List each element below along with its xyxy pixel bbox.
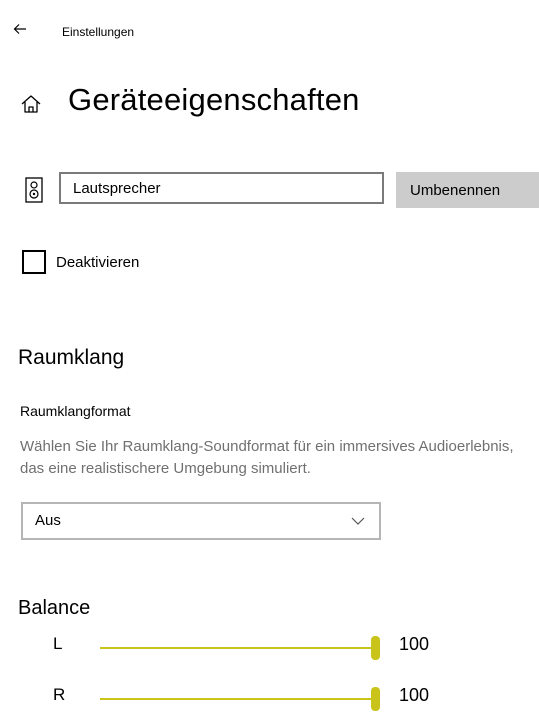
rename-button[interactable]: Umbenennen xyxy=(396,172,539,208)
home-icon xyxy=(21,95,41,113)
spatial-format-dropdown[interactable]: Aus xyxy=(21,502,381,540)
balance-heading: Balance xyxy=(18,597,91,619)
disable-checkbox-label[interactable]: Deaktivieren xyxy=(56,254,139,271)
window-title: Einstellungen xyxy=(62,25,135,39)
balance-right-label: R xyxy=(53,685,66,704)
balance-right-thumb[interactable] xyxy=(371,687,380,711)
spatial-sound-heading: Raumklang xyxy=(18,346,125,369)
spatial-format-label: Raumklangformat xyxy=(20,403,131,419)
device-name-input[interactable]: Lautsprecher xyxy=(59,172,384,204)
chevron-down-icon xyxy=(351,517,365,525)
balance-left-track[interactable] xyxy=(100,647,375,649)
balance-left-label: L xyxy=(53,634,63,653)
spatial-format-selected: Aus xyxy=(35,512,61,529)
disable-checkbox[interactable] xyxy=(22,250,46,274)
balance-right-value: 100 xyxy=(399,685,430,705)
balance-left-thumb[interactable] xyxy=(371,636,380,660)
balance-left-value: 100 xyxy=(399,634,430,654)
spatial-format-description: Wählen Sie Ihr Raumklang-Soundformat für… xyxy=(20,438,514,477)
balance-right-track[interactable] xyxy=(100,698,375,700)
page-title: Geräteeigenschaften xyxy=(68,82,360,117)
back-arrow-icon[interactable] xyxy=(12,21,28,37)
speaker-icon xyxy=(25,177,43,203)
